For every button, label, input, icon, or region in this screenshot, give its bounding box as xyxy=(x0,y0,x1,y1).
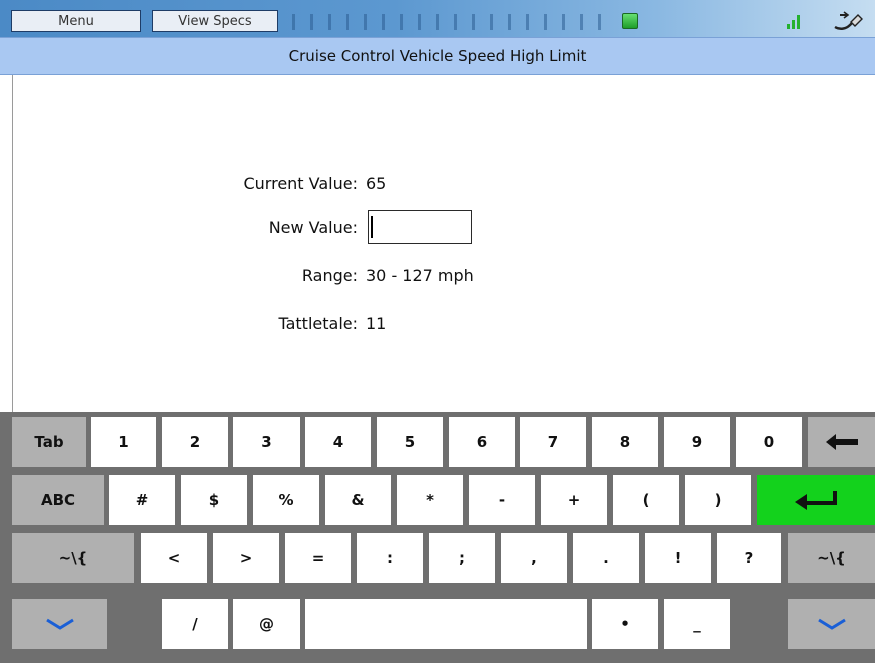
menu-button[interactable]: Menu xyxy=(11,10,141,32)
key-period[interactable]: . xyxy=(573,533,639,583)
key-dollar[interactable]: $ xyxy=(181,475,247,525)
key-question[interactable]: ? xyxy=(717,533,781,583)
key-symbols-left[interactable]: ~\{ xyxy=(12,533,134,583)
toolbar-divider xyxy=(382,14,385,30)
key-ampersand[interactable]: & xyxy=(325,475,391,525)
toolbar-divider xyxy=(472,14,475,30)
toolbar-divider xyxy=(328,14,331,30)
key-8[interactable]: 8 xyxy=(592,417,658,467)
backspace-icon xyxy=(825,434,858,450)
green-status-indicator-icon xyxy=(622,13,638,29)
current-value-label: Current Value: xyxy=(243,174,358,193)
new-value-label: New Value: xyxy=(268,218,358,237)
backspace-key[interactable] xyxy=(808,417,875,467)
top-toolbar: Menu View Specs xyxy=(0,0,875,37)
toolbar-divider xyxy=(526,14,529,30)
key-less-than[interactable]: < xyxy=(141,533,207,583)
hide-keyboard-button-right[interactable] xyxy=(788,599,875,649)
key-minus[interactable]: - xyxy=(469,475,535,525)
key-greater-than[interactable]: > xyxy=(213,533,279,583)
toolbar-divider xyxy=(436,14,439,30)
hide-keyboard-icon xyxy=(45,618,74,630)
signal-strength-icon xyxy=(787,15,800,29)
toolbar-divider xyxy=(400,14,403,30)
toolbar-divider xyxy=(508,14,511,30)
toolbar-divider xyxy=(346,14,349,30)
enter-key[interactable] xyxy=(757,475,875,525)
range-value: 30 - 127 mph xyxy=(366,266,474,285)
key-colon[interactable]: : xyxy=(357,533,423,583)
toolbar-divider xyxy=(454,14,457,30)
toolbar-divider xyxy=(418,14,421,30)
key-exclamation[interactable]: ! xyxy=(645,533,711,583)
key-bullet[interactable]: • xyxy=(592,599,658,649)
current-value: 65 xyxy=(366,174,387,193)
key-abc[interactable]: ABC xyxy=(12,475,104,525)
toolbar-divider xyxy=(580,14,583,30)
key-percent[interactable]: % xyxy=(253,475,319,525)
key-comma[interactable]: , xyxy=(501,533,567,583)
toolbar-divider xyxy=(310,14,313,30)
key-semicolon[interactable]: ; xyxy=(429,533,495,583)
enter-icon xyxy=(795,491,837,510)
key-asterisk[interactable]: * xyxy=(397,475,463,525)
key-close-paren[interactable]: ) xyxy=(685,475,751,525)
toolbar-divider xyxy=(364,14,367,30)
toolbar-divider xyxy=(490,14,493,30)
view-specs-button[interactable]: View Specs xyxy=(152,10,278,32)
key-5[interactable]: 5 xyxy=(377,417,443,467)
key-slash[interactable]: / xyxy=(162,599,228,649)
range-label: Range: xyxy=(301,266,358,285)
key-underscore[interactable]: _ xyxy=(664,599,730,649)
page-title: Cruise Control Vehicle Speed High Limit xyxy=(0,37,875,75)
key-0[interactable]: 0 xyxy=(736,417,802,467)
key-6[interactable]: 6 xyxy=(449,417,515,467)
toolbar-divider xyxy=(544,14,547,30)
tattletale-value: 11 xyxy=(366,314,387,333)
toolbar-divider xyxy=(562,14,565,30)
key-1[interactable]: 1 xyxy=(91,417,156,467)
hide-keyboard-button-left[interactable] xyxy=(12,599,107,649)
onscreen-keyboard: Tab 1 2 3 4 5 6 7 8 9 0 ABC # $ % & * - … xyxy=(0,412,875,663)
key-equals[interactable]: = xyxy=(285,533,351,583)
key-7[interactable]: 7 xyxy=(520,417,586,467)
app-window: Menu View Specs Cruise Control Vehicle S… xyxy=(0,0,875,663)
hide-keyboard-icon xyxy=(817,618,846,630)
key-3[interactable]: 3 xyxy=(233,417,300,467)
toolbar-divider xyxy=(292,14,295,30)
text-caret xyxy=(371,216,373,238)
new-value-input[interactable] xyxy=(368,210,472,244)
connector-plug-icon xyxy=(834,11,863,30)
key-at[interactable]: @ xyxy=(233,599,300,649)
key-open-paren[interactable]: ( xyxy=(613,475,679,525)
tattletale-label: Tattletale: xyxy=(278,314,358,333)
key-symbols-right[interactable]: ~\{ xyxy=(788,533,875,583)
toolbar-divider xyxy=(598,14,601,30)
space-bar[interactable] xyxy=(305,599,587,649)
key-9[interactable]: 9 xyxy=(664,417,730,467)
key-hash[interactable]: # xyxy=(109,475,175,525)
key-tab[interactable]: Tab xyxy=(12,417,86,467)
key-2[interactable]: 2 xyxy=(162,417,228,467)
key-4[interactable]: 4 xyxy=(305,417,371,467)
key-plus[interactable]: + xyxy=(541,475,607,525)
